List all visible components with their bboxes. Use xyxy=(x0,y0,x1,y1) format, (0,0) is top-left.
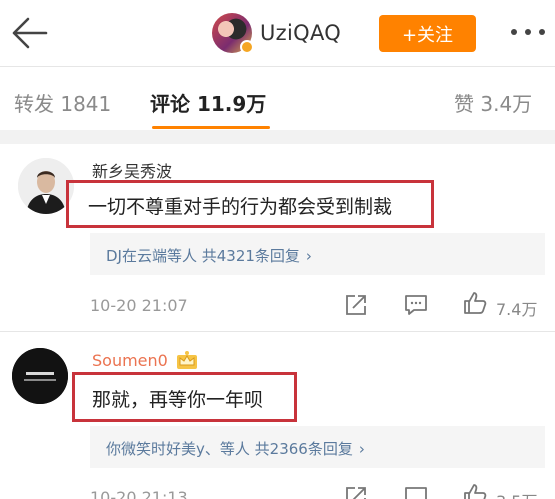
comment-author[interactable]: Soumen0 xyxy=(92,351,168,370)
comment-author[interactable]: 新乡吴秀波 xyxy=(92,158,172,182)
thumbs-up-icon[interactable] xyxy=(462,482,488,499)
active-tab-indicator xyxy=(152,126,270,129)
comment-timestamp: 10-20 21:13 xyxy=(90,488,188,499)
comment-text: 那就，再等你一年呗 xyxy=(92,389,264,411)
replies-summary-text[interactable]: DJ在云端等人 共4321条回复 xyxy=(106,247,300,265)
crown-badge-icon xyxy=(177,351,197,369)
comment-icon[interactable] xyxy=(403,292,429,318)
avatar-logo-icon xyxy=(12,348,68,404)
like-count: 7.4万 xyxy=(496,300,538,319)
header-divider xyxy=(0,66,555,67)
tab-repost[interactable]: 转发 1841 xyxy=(14,88,111,117)
chevron-right-icon: › xyxy=(358,440,365,458)
comment-icon[interactable] xyxy=(403,484,429,499)
share-icon[interactable] xyxy=(343,484,369,499)
verified-badge-icon xyxy=(240,40,254,54)
more-options-icon[interactable] xyxy=(508,26,548,38)
replies-summary[interactable]: 你微笑时好美y、等人 共2366条回复 › xyxy=(90,426,545,468)
chevron-right-icon: › xyxy=(305,247,312,265)
comment-timestamp: 10-20 21:07 xyxy=(90,296,188,315)
avatar[interactable] xyxy=(212,13,254,54)
thumbs-up-icon[interactable] xyxy=(462,290,488,316)
avatar[interactable] xyxy=(12,348,68,404)
top-bar: UziQAQ +关注 xyxy=(0,0,555,66)
back-arrow-icon[interactable] xyxy=(10,16,48,50)
like-count: 3.5万 xyxy=(496,488,537,499)
follow-button[interactable]: +关注 xyxy=(379,15,476,52)
comment-text: 一切不尊重对手的行为都会受到制裁 xyxy=(88,196,393,218)
replies-summary-text[interactable]: 你微笑时好美y、等人 共2366条回复 xyxy=(106,440,353,458)
username[interactable]: UziQAQ xyxy=(260,21,341,45)
comment-divider xyxy=(0,331,555,332)
profile-title[interactable]: UziQAQ xyxy=(212,12,341,54)
section-separator xyxy=(0,130,555,144)
tab-comments[interactable]: 评论 11.9万 xyxy=(150,88,266,117)
replies-summary[interactable]: DJ在云端等人 共4321条回复 › xyxy=(90,233,545,275)
tab-likes[interactable]: 赞 3.4万 xyxy=(454,88,532,117)
share-icon[interactable] xyxy=(343,292,369,318)
